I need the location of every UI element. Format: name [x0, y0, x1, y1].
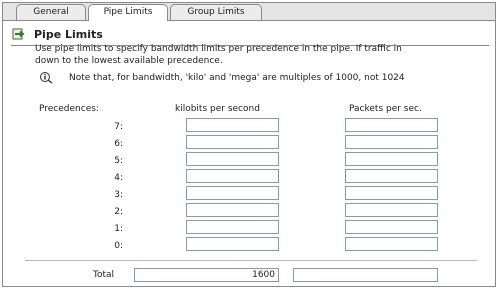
- precedence-2-pps-input[interactable]: [345, 203, 438, 217]
- precedence-2-kbps-input[interactable]: [186, 203, 279, 217]
- precedence-4-kbps-input[interactable]: [186, 169, 279, 183]
- precedence-3-pps-input[interactable]: [345, 186, 438, 200]
- precedence-0-kbps-input[interactable]: [186, 237, 279, 251]
- total-kbps-input[interactable]: [134, 268, 279, 282]
- precedence-6-pps-input[interactable]: [345, 135, 438, 149]
- pipe-limits-icon: [12, 28, 25, 40]
- precedence-0-label: 0:: [114, 241, 123, 251]
- precedence-6-kbps-input[interactable]: [186, 135, 279, 149]
- kbps-header: kilobits per second: [175, 104, 260, 114]
- precedence-5-kbps-input[interactable]: [186, 152, 279, 166]
- note-text: Note that, for bandwidth, 'kilo' and 'me…: [69, 73, 405, 83]
- precedence-7-pps-input[interactable]: [345, 118, 438, 132]
- precedence-3-label: 3:: [114, 190, 123, 200]
- description-line-1: Use pipe limits to specify bandwidth lim…: [35, 44, 402, 54]
- total-divider: [25, 260, 477, 261]
- info-icon: [40, 72, 53, 84]
- precedence-4-label: 4:: [114, 173, 123, 183]
- precedence-1-kbps-input[interactable]: [186, 220, 279, 234]
- tab-bar: General Pipe Limits Group Limits: [3, 3, 495, 21]
- total-pps-input[interactable]: [293, 268, 438, 282]
- precedence-4-pps-input[interactable]: [345, 169, 438, 183]
- precedence-7-kbps-input[interactable]: [186, 118, 279, 132]
- section-title: Pipe Limits: [34, 28, 103, 41]
- pps-header: Packets per sec.: [349, 104, 422, 114]
- precedence-1-pps-input[interactable]: [345, 220, 438, 234]
- pipe-limits-panel: General Pipe Limits Group Limits Pipe Li…: [2, 2, 496, 287]
- precedence-6-label: 6:: [114, 139, 123, 149]
- precedence-0-pps-input[interactable]: [345, 237, 438, 251]
- precedence-5-pps-input[interactable]: [345, 152, 438, 166]
- tab-pipe-limits[interactable]: Pipe Limits: [88, 4, 168, 21]
- precedence-7-label: 7:: [114, 122, 123, 132]
- precedences-header: Precedences:: [39, 104, 99, 114]
- precedence-1-label: 1:: [114, 224, 123, 234]
- precedence-5-label: 5:: [114, 156, 123, 166]
- description-line-2: down to the lowest available precedence.: [35, 55, 223, 66]
- description-text: Use pipe limits to specify bandwidth lim…: [35, 44, 495, 67]
- tab-general[interactable]: General: [16, 4, 86, 20]
- precedence-2-label: 2:: [114, 207, 123, 217]
- precedence-3-kbps-input[interactable]: [186, 186, 279, 200]
- total-label: Total: [93, 270, 115, 280]
- tab-group-limits[interactable]: Group Limits: [170, 4, 262, 20]
